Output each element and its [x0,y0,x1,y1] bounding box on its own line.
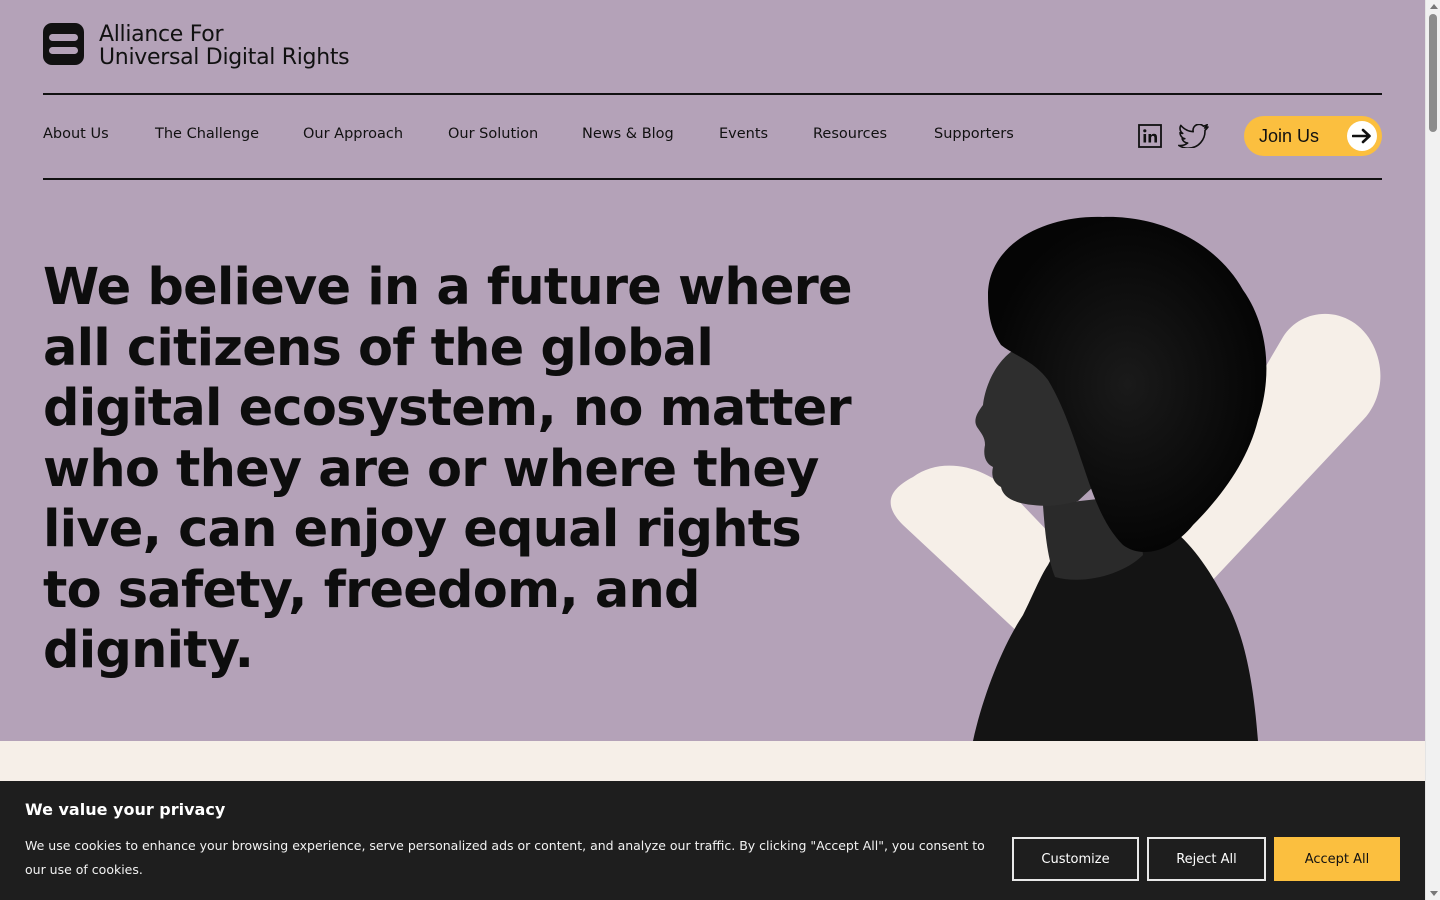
accept-all-button[interactable]: Accept All [1274,837,1400,881]
nav-item-about-us[interactable]: About Us [43,126,109,142]
nav-item-supporters[interactable]: Supporters [934,126,1014,142]
site-name-line-1: Alliance For [99,22,224,47]
linkedin-icon[interactable] [1138,124,1162,148]
customize-button[interactable]: Customize [1012,837,1139,881]
site-name-line-2: Universal Digital Rights [99,45,350,70]
hero-headline: We believe in a future where all citizen… [43,258,853,680]
cookie-banner-title: We value your privacy [25,800,226,819]
scrollbar-thumb[interactable] [1429,14,1437,132]
twitter-icon[interactable] [1178,123,1210,149]
site-name: Alliance For Universal Digital Rights [99,22,350,70]
nav-item-resources[interactable]: Resources [813,126,887,142]
reject-all-button[interactable]: Reject All [1147,837,1266,881]
nav-item-the-challenge[interactable]: The Challenge [155,126,259,142]
header-divider-bottom [43,178,1382,180]
scroll-up-arrow-icon[interactable] [1430,4,1438,9]
site-logo-link[interactable]: Alliance For Universal Digital Rights [43,22,350,70]
join-us-button[interactable]: Join Us [1244,116,1382,156]
nav-item-events[interactable]: Events [719,126,768,142]
scroll-down-arrow-icon[interactable] [1430,891,1438,896]
cookie-banner-text: We use cookies to enhance your browsing … [25,838,985,877]
cookie-consent-banner: We value your privacy We use cookies to … [0,781,1425,900]
stacked-bars-logo-icon [43,23,84,65]
nav-item-our-approach[interactable]: Our Approach [303,126,403,142]
join-us-label: Join Us [1259,125,1320,146]
page: Alliance For Universal Digital Rights Ab… [0,0,1425,900]
page-scrollbar[interactable] [1425,0,1440,900]
hero-illustration [873,205,1425,741]
nav-item-news-blog[interactable]: News & Blog [582,126,674,142]
header-divider-top [43,93,1382,95]
arrow-right-icon [1347,121,1377,151]
nav-item-our-solution[interactable]: Our Solution [448,126,538,142]
